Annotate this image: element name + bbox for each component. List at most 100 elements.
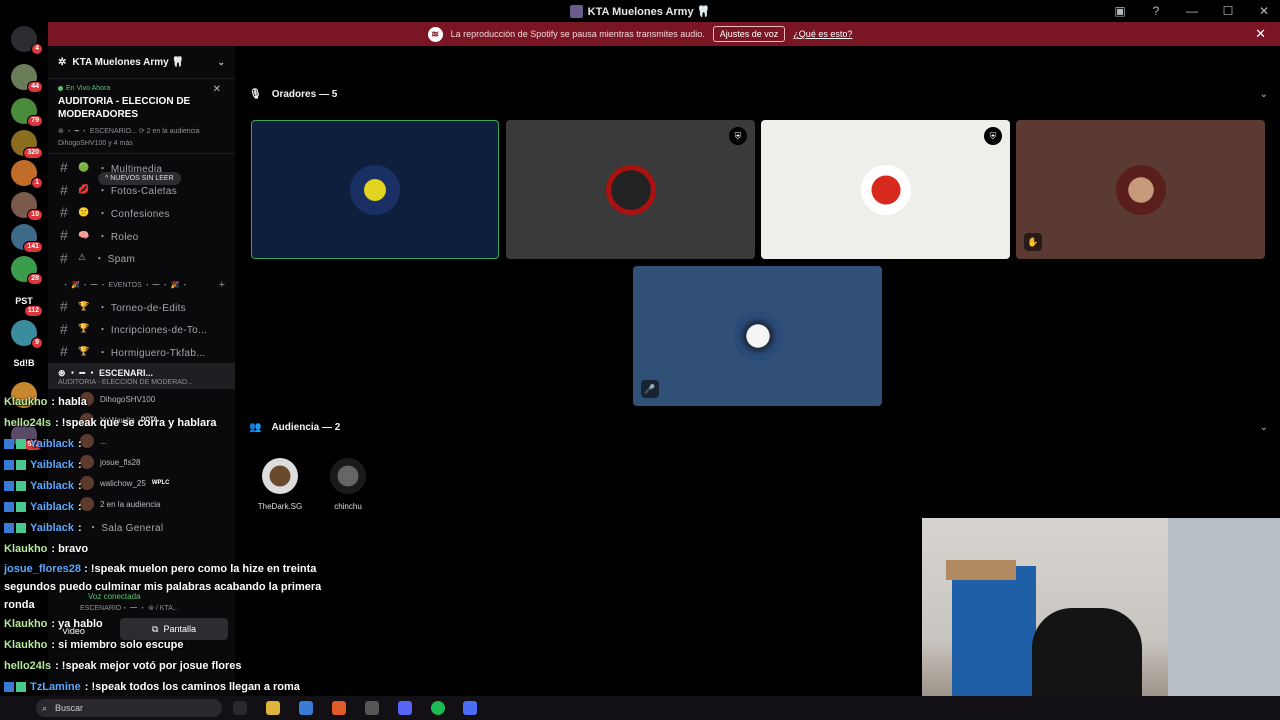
chevron-down-icon[interactable]: ⌄ <box>1260 89 1268 100</box>
inbox-icon[interactable]: ▣ <box>1112 4 1128 18</box>
speaker-tile[interactable]: ⛨ <box>506 120 755 259</box>
brave-browser-icon[interactable] <box>332 701 346 715</box>
hash-icon: # <box>60 343 69 360</box>
channel-roleo[interactable]: # 🧠 ・ Roleo <box>48 224 235 247</box>
chat-text: : ya hablo <box>51 618 103 630</box>
avatar <box>350 164 400 215</box>
server-icon[interactable]: Sd!B <box>11 350 37 376</box>
channel-emoji: ⚠ <box>78 252 87 263</box>
chat-text: : si miembro solo escupe <box>51 639 184 651</box>
chat-username: Yaiblack <box>30 480 75 492</box>
close-event-icon[interactable]: ✕ <box>213 84 221 95</box>
channel-hormiguero[interactable]: # 🏆 ・ Hormiguero-Tkfab... <box>48 340 235 363</box>
channel-emoji: 🟢 <box>78 161 90 172</box>
new-unread-pill[interactable]: ^ NUEVOS SIN LEER <box>98 172 181 185</box>
chat-message: Yaiblack: <box>0 476 330 497</box>
discord-home-icon[interactable]: 4 <box>11 26 43 55</box>
chat-badges-icon <box>4 439 26 449</box>
chat-message: Yaiblack: <box>0 455 330 476</box>
chat-message: TzLamine: !speak todos los caminos llega… <box>0 677 330 698</box>
server-icon[interactable]: 320 <box>11 130 43 159</box>
channel-emoji: 💋 <box>78 184 90 195</box>
server-icon[interactable]: 1 <box>11 160 43 189</box>
speakers-header[interactable]: 🎙 Oradores — 5 <box>249 89 337 100</box>
chat-text: : <box>78 438 82 450</box>
muted-mic-icon: 🎤 <box>641 380 659 398</box>
chat-text: : <box>78 480 82 492</box>
store-icon[interactable] <box>299 701 313 715</box>
notification-badge: 10 <box>27 209 43 221</box>
maximize-button[interactable]: ☐ <box>1220 4 1236 18</box>
server-icon[interactable]: 10 <box>11 192 43 221</box>
what-is-this-link[interactable]: ¿Qué es esto? <box>793 29 852 39</box>
chat-username: hello24ls <box>4 417 52 429</box>
chat-username: Yaiblack <box>30 501 75 513</box>
channel-spam[interactable]: # ⚠ ・ Spam <box>48 246 235 269</box>
avatar <box>732 311 783 361</box>
server-icon[interactable]: PST 112 <box>11 288 43 317</box>
stage-channel-active[interactable]: ⊛ ・ ━ ・ ESCENARI... AUDITORIA - ELECCION… <box>48 362 235 389</box>
channel-confesiones[interactable]: # 😕 ・ Confesiones <box>48 201 235 224</box>
server-icon[interactable]: 141 <box>11 224 43 253</box>
category-eventos[interactable]: ・ 🎉 ・ ━ ・ EVENTOS ・ ━ ・ 🎉 ・ + <box>48 275 235 295</box>
channel-emoji: 🧠 <box>78 229 90 240</box>
speaker-tile[interactable]: 🎤 <box>633 266 882 406</box>
server-header[interactable]: ✲ KTA Muelones Army 🦷 ⌄ <box>48 46 235 79</box>
discord-icon[interactable] <box>398 701 412 715</box>
server-label: Sd!B <box>13 358 35 368</box>
spotify-icon[interactable] <box>431 701 445 715</box>
chat-message: Yaiblack: <box>0 434 330 455</box>
stage-channel-topic: AUDITORIA - ELECCION DE MODERAD... <box>58 378 193 386</box>
obs-icon[interactable] <box>365 701 379 715</box>
webcam-background <box>1168 518 1280 720</box>
live-event-card[interactable]: En Vivo Ahora AUDITORIA - ELECCION DE MO… <box>48 79 235 154</box>
speaker-tile[interactable] <box>251 120 499 259</box>
channel-name: ・ Confesiones <box>97 208 170 220</box>
channel-incripciones[interactable]: # 🏆 ・ Incripciones-de-To... <box>48 318 235 341</box>
chat-text: : <box>78 522 82 534</box>
notification-badge: 141 <box>23 241 43 253</box>
chat-message: josue_flores28 : !speak muelon pero como… <box>0 560 330 614</box>
hash-icon: # <box>60 298 69 315</box>
chat-username: Yaiblack <box>30 438 75 450</box>
event-title: AUDITORIA - ELECCION DE MODERADORES <box>58 96 191 120</box>
webcam-box <box>946 560 1016 580</box>
server-icon[interactable]: 44 <box>11 64 43 93</box>
moderator-shield-icon: ⛨ <box>984 127 1002 145</box>
minimize-button[interactable]: — <box>1184 4 1200 18</box>
avatar <box>860 164 911 215</box>
speaker-tile[interactable]: ✋ <box>1016 120 1265 259</box>
close-window-button[interactable]: ✕ <box>1256 4 1272 18</box>
chat-text: : bravo <box>51 543 89 555</box>
live-indicator: En Vivo Ahora <box>58 85 225 92</box>
server-icon[interactable]: 79 <box>11 98 43 127</box>
speaker-tile[interactable]: ⛨ <box>761 120 1010 259</box>
member-name: chinchu <box>334 502 362 511</box>
server-icon <box>569 4 583 18</box>
event-meta: ⊛ ・ ━ ・ ESCENARIO... ⟳ 2 en la audiencia <box>58 128 200 135</box>
voice-settings-button[interactable]: Ajustes de voz <box>712 26 786 42</box>
notification-badge: 28 <box>27 273 43 285</box>
server-icon[interactable]: 28 <box>11 256 43 285</box>
app-icon[interactable] <box>463 701 477 715</box>
channel-name: ・ Incripciones-de-To... <box>97 325 208 337</box>
chevron-down-icon[interactable]: ⌄ <box>1260 422 1268 433</box>
notification-badge: 44 <box>27 81 43 93</box>
help-icon[interactable]: ? <box>1148 4 1164 18</box>
avatar <box>330 458 366 494</box>
chat-username: Klaukho <box>4 396 48 408</box>
server-icon[interactable]: 9 <box>11 320 43 349</box>
search-placeholder: Buscar <box>55 703 84 713</box>
task-view-icon[interactable] <box>233 701 247 715</box>
chat-badges-icon <box>4 460 26 470</box>
hand-raised-icon: ✋ <box>1024 233 1042 251</box>
add-channel-icon[interactable]: + <box>219 279 225 291</box>
taskbar-search[interactable]: ⌕ Buscar <box>36 699 222 717</box>
title-bar: KTA Muelones Army 🦷 ▣ ? — ☐ ✕ <box>0 0 1280 22</box>
file-explorer-icon[interactable] <box>266 701 280 715</box>
channel-emoji: 🏆 <box>78 323 90 334</box>
close-notice-icon[interactable]: ✕ <box>1255 26 1266 42</box>
channel-emoji: 😕 <box>78 206 90 217</box>
channel-torneo-de-edits[interactable]: # 🏆 ・ Torneo-de-Edits <box>48 295 235 318</box>
category-label: ・ 🎉 ・ ━ ・ EVENTOS ・ ━ ・ 🎉 ・ <box>62 281 189 289</box>
